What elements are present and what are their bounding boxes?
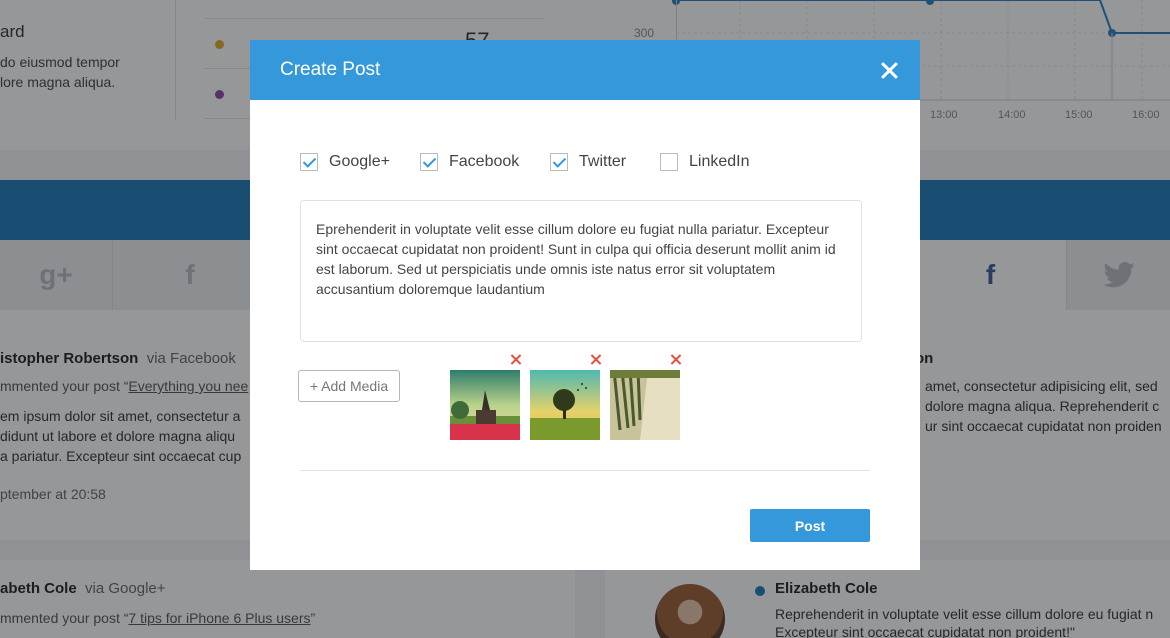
network-option-twitter[interactable]: Twitter xyxy=(550,152,626,172)
network-label: Google+ xyxy=(329,153,390,170)
tree-photo xyxy=(530,370,600,440)
path-photo xyxy=(610,370,680,440)
network-label: Twitter xyxy=(579,153,627,170)
close-icon[interactable] xyxy=(876,58,902,84)
dialog-header: Create Post xyxy=(250,40,920,100)
dialog-title: Create Post xyxy=(280,59,381,80)
create-post-dialog: Create Post Google+ Facebook Twitter Lin… xyxy=(250,40,920,570)
divider xyxy=(300,470,870,471)
network-option-google-plus[interactable]: Google+ xyxy=(300,152,390,172)
remove-icon[interactable] xyxy=(590,354,602,366)
checkbox-linkedin[interactable] xyxy=(660,153,678,171)
remove-icon[interactable] xyxy=(510,354,522,366)
network-label: LinkedIn xyxy=(689,153,750,170)
checkbox-google-plus[interactable] xyxy=(300,153,318,171)
network-option-linkedin[interactable]: LinkedIn xyxy=(660,152,750,172)
media-thumbnail[interactable] xyxy=(530,370,600,440)
media-thumbnail[interactable] xyxy=(610,370,680,440)
checkbox-facebook[interactable] xyxy=(420,153,438,171)
post-button[interactable]: Post xyxy=(750,509,870,542)
checkbox-twitter[interactable] xyxy=(550,153,568,171)
media-thumbnail[interactable] xyxy=(450,370,520,440)
network-option-facebook[interactable]: Facebook xyxy=(420,152,519,172)
remove-icon[interactable] xyxy=(670,354,682,366)
network-label: Facebook xyxy=(449,153,520,170)
post-textarea[interactable]: Eprehenderit in voluptate velit esse cil… xyxy=(300,200,862,342)
church-photo xyxy=(450,370,520,440)
add-media-button[interactable]: + Add Media xyxy=(298,370,400,402)
